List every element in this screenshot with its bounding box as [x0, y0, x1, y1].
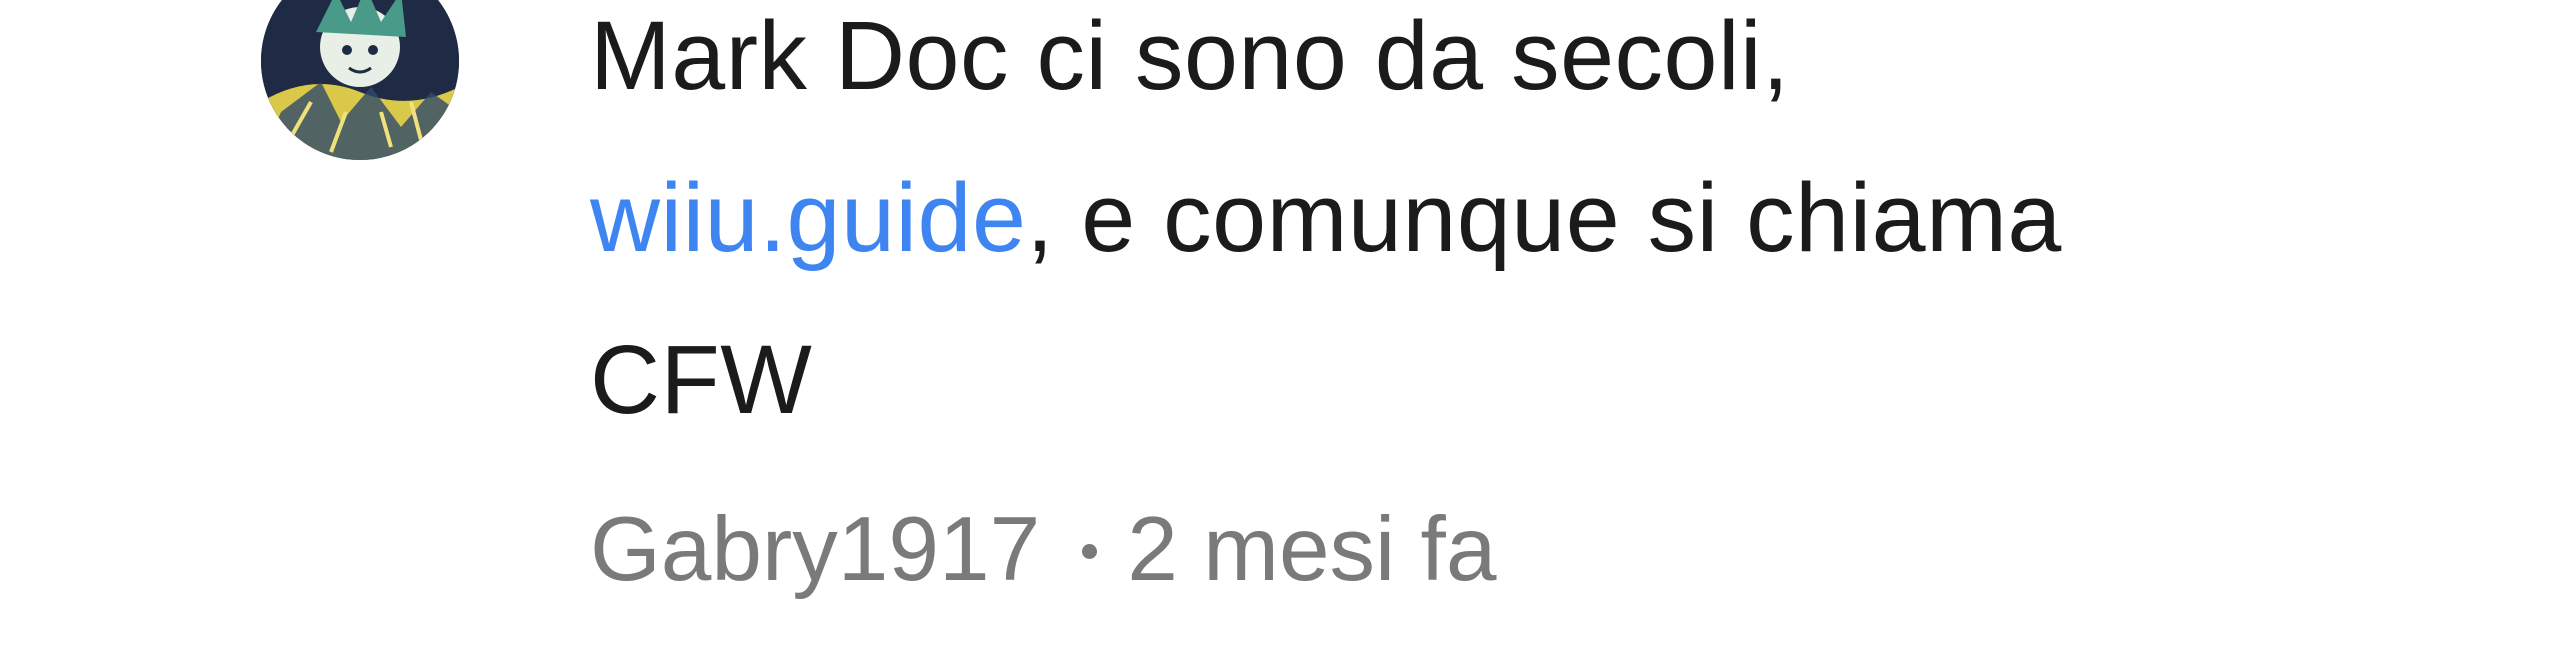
comment-body: Mark Doc ci sono da secoli, wiiu.guide, …: [590, 0, 2350, 461]
comment-line-2-text: , e comunque si chiama: [1026, 163, 2062, 272]
comment-line-1: Mark Doc ci sono da secoli,: [590, 1, 1790, 110]
bullet-dot-icon: [1082, 544, 1098, 560]
comment-author[interactable]: Gabry1917: [590, 499, 1040, 600]
comment-link[interactable]: wiiu.guide: [590, 163, 1026, 272]
comment-line-2: wiiu.guide, e comunque si chiama: [590, 137, 2350, 299]
comment-timestamp: 2 mesi fa: [1127, 499, 1497, 600]
comment-item: Mark Doc ci sono da secoli, wiiu.guide, …: [0, 0, 2560, 648]
user-avatar[interactable]: [261, 0, 459, 160]
comment-meta: Gabry1917 2 mesi fa: [590, 495, 1496, 605]
comment-line-3: CFW: [590, 325, 813, 434]
avatar-image-icon: [261, 0, 459, 160]
